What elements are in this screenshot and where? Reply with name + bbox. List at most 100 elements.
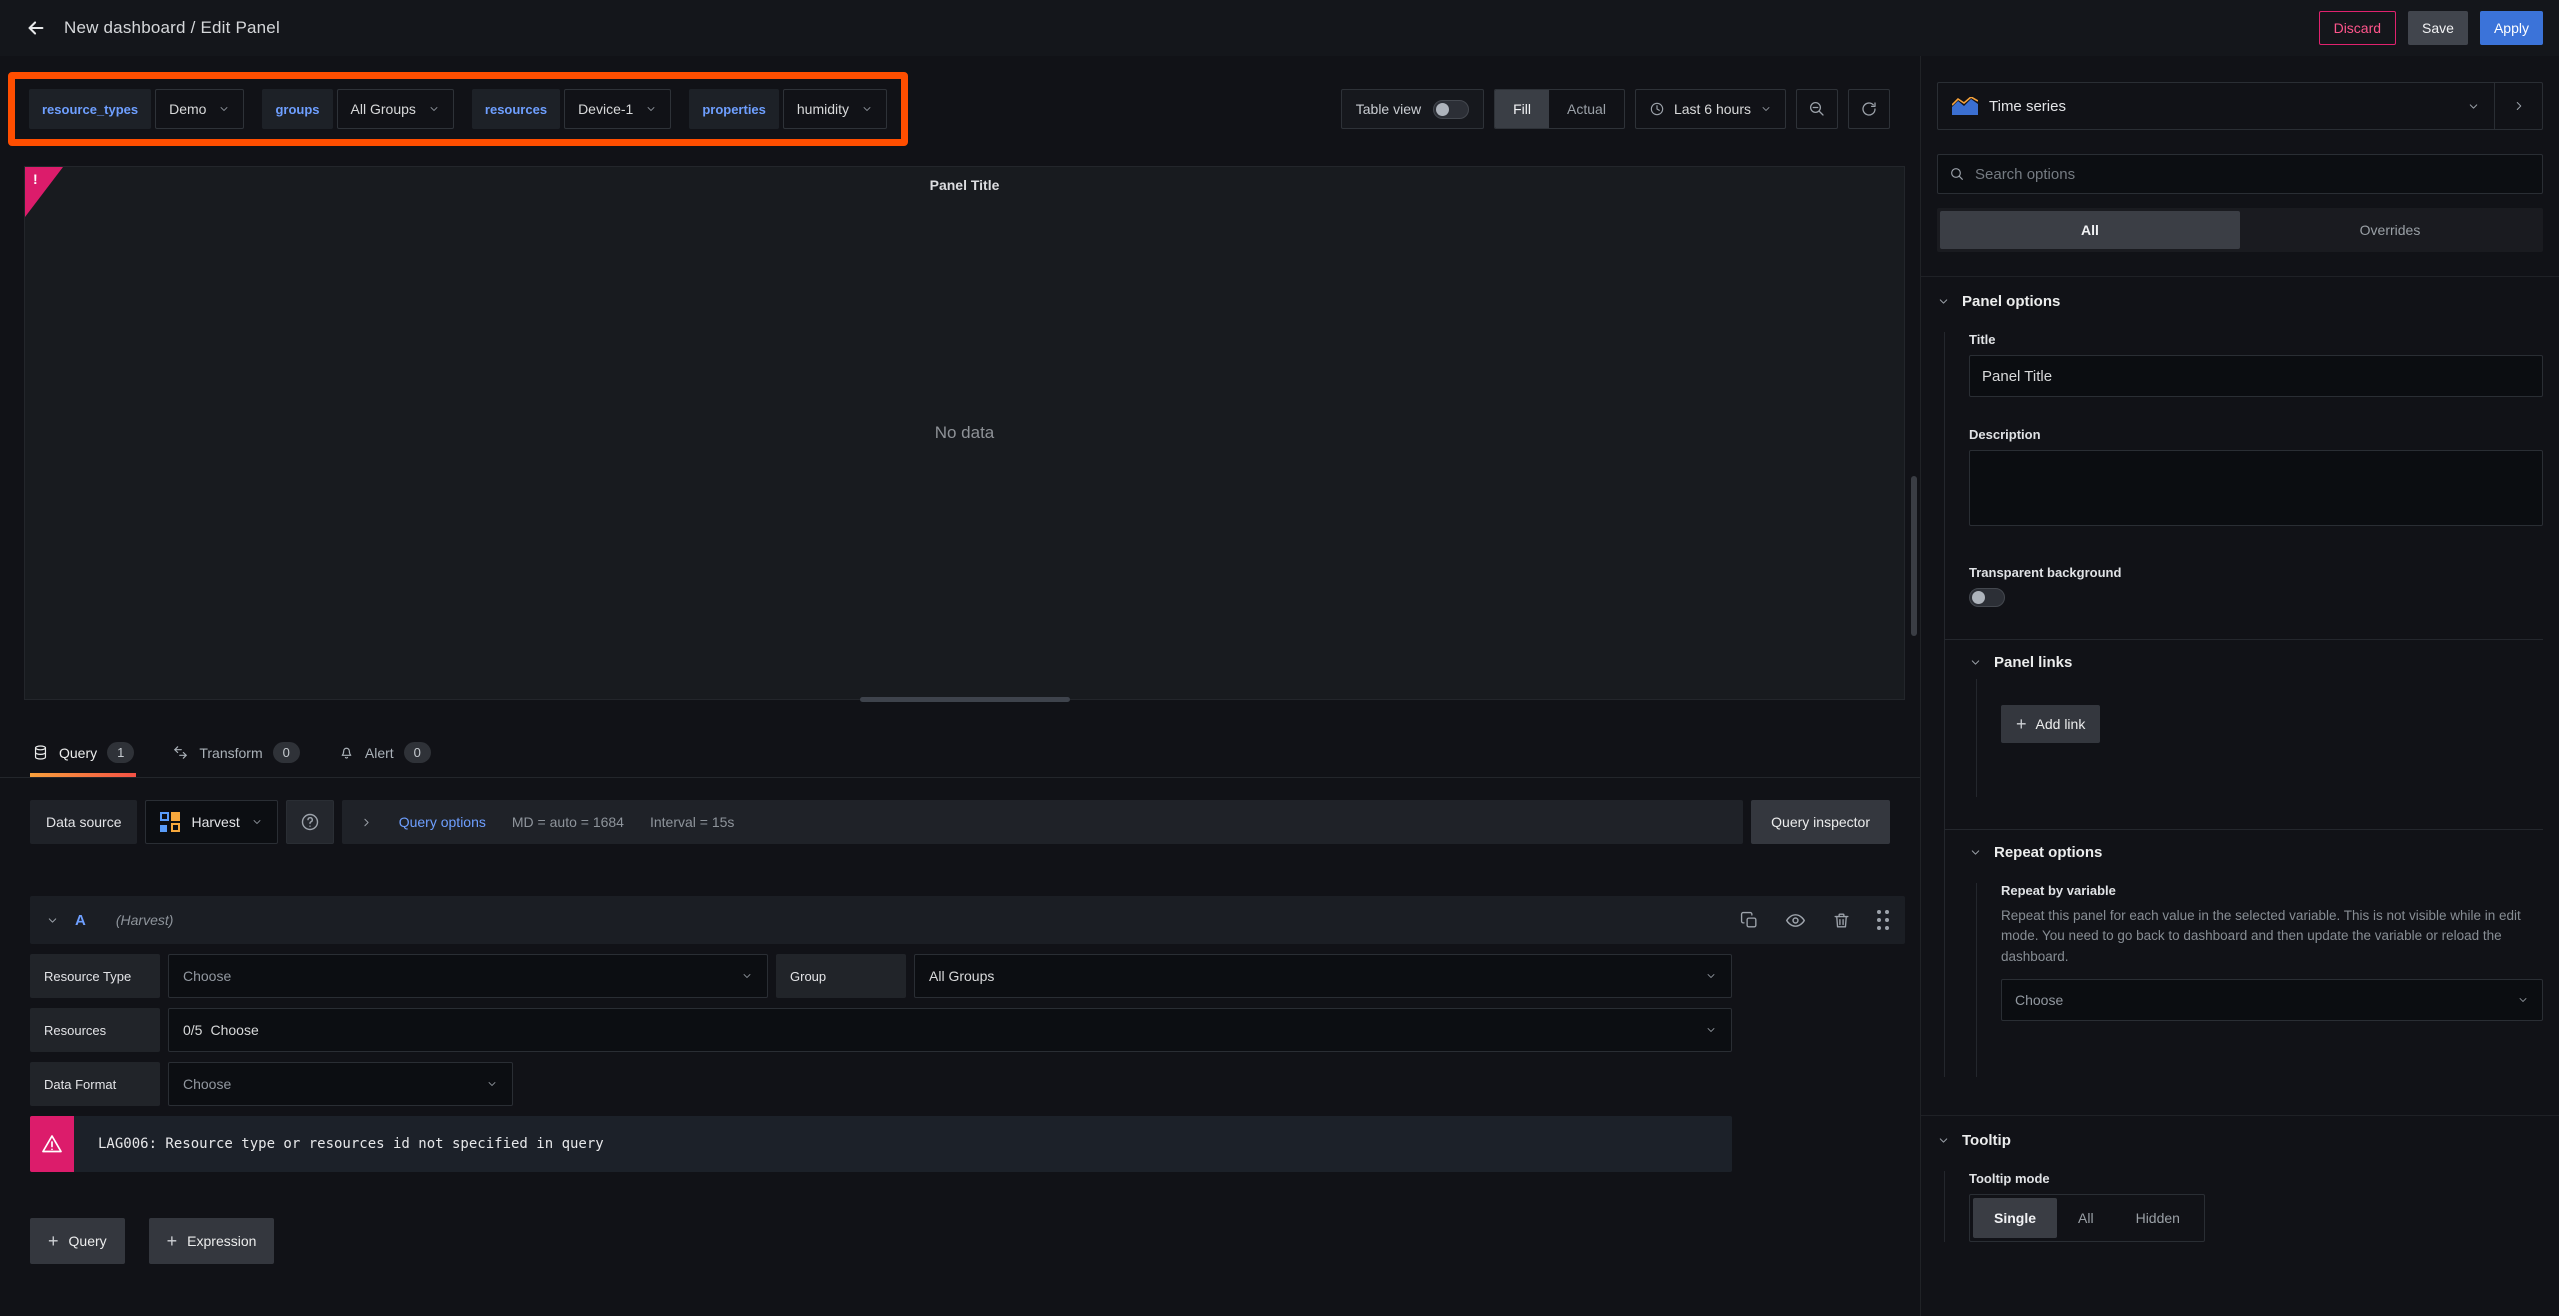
variable-groups: groups All Groups	[262, 89, 453, 129]
panel-links-header[interactable]: Panel links	[1969, 654, 2543, 671]
error-badge	[30, 1116, 74, 1172]
repeat-variable-select[interactable]: Choose	[2001, 979, 2543, 1021]
tab-transform[interactable]: Transform 0	[170, 728, 302, 777]
resource-type-row: Resource Type Choose Group All Groups	[30, 954, 1732, 998]
zoom-out-icon	[1808, 100, 1826, 118]
data-format-label: Data Format	[30, 1062, 160, 1106]
panel-options-header[interactable]: Panel options	[1937, 293, 2543, 310]
add-expression-button[interactable]: + Expression	[149, 1218, 275, 1264]
tooltip-mode-all[interactable]: All	[2057, 1198, 2115, 1238]
editor-tabs: Query 1 Transform 0 Alert 0	[0, 728, 1920, 778]
tooltip-mode-single[interactable]: Single	[1973, 1198, 2057, 1238]
variable-properties: properties humidity	[689, 89, 887, 129]
variable-value-dropdown[interactable]: All Groups	[337, 89, 454, 129]
main-scrollbar-thumb[interactable]	[1911, 476, 1917, 636]
resources-select[interactable]: 0/5 Choose	[168, 1008, 1732, 1052]
datasource-help-button[interactable]	[286, 800, 334, 844]
clock-icon	[1649, 101, 1665, 117]
tab-query[interactable]: Query 1	[30, 728, 136, 777]
transparent-bg-toggle[interactable]	[1969, 588, 2005, 607]
chevron-down-icon	[1760, 103, 1772, 115]
chevron-down-icon	[1969, 656, 1982, 669]
chevron-right-icon[interactable]	[360, 816, 373, 829]
query-options-link[interactable]: Query options	[399, 814, 486, 830]
chevron-down-icon	[741, 970, 753, 982]
panel-preview-title: Panel Title	[25, 177, 1904, 193]
refresh-button[interactable]	[1848, 89, 1890, 129]
panel-resize-handle[interactable]	[860, 697, 1070, 702]
filter-tab-all[interactable]: All	[1940, 211, 2240, 249]
panel-title-input[interactable]	[1969, 355, 2543, 397]
datasource-row: Data source Harvest Query options MD = a…	[30, 800, 1890, 844]
datasource-label: Data source	[30, 800, 137, 844]
variable-value-dropdown[interactable]: Device-1	[564, 89, 671, 129]
query-inspector-button[interactable]: Query inspector	[1751, 800, 1890, 844]
search-icon	[1949, 166, 1965, 182]
query-error-bar: LAG006: Resource type or resources id no…	[30, 1116, 1732, 1172]
visualization-current[interactable]: Time series	[1938, 83, 2494, 129]
tab-label: Query	[59, 745, 97, 761]
options-sidebar: Time series All Overrides Panel options …	[1920, 56, 2559, 1316]
resource-type-select[interactable]: Choose	[168, 954, 768, 998]
chevron-down-icon	[2467, 100, 2480, 113]
variable-selected-value: All Groups	[351, 101, 416, 117]
datasource-picker[interactable]: Harvest	[145, 800, 277, 844]
back-button[interactable]	[16, 8, 56, 48]
query-datasource-hint: (Harvest)	[116, 912, 174, 928]
chevron-down-icon	[251, 816, 263, 828]
chevron-down-icon	[1937, 1134, 1950, 1147]
edit-panel-main: resource_types Demo groups All Groups re…	[0, 56, 1920, 1316]
database-icon	[32, 744, 49, 761]
apply-button[interactable]: Apply	[2480, 11, 2543, 45]
tooltip-mode-hidden[interactable]: Hidden	[2115, 1198, 2201, 1238]
collapse-options-button[interactable]	[2494, 83, 2542, 129]
add-query-button[interactable]: + Query	[30, 1218, 125, 1264]
variable-resources: resources Device-1	[472, 89, 671, 129]
zoom-out-button[interactable]	[1796, 89, 1838, 129]
data-format-select[interactable]: Choose	[168, 1062, 513, 1106]
table-view-toggle[interactable]	[1433, 100, 1469, 119]
tab-alert[interactable]: Alert 0	[336, 728, 433, 777]
resources-row: Resources 0/5 Choose	[30, 1008, 1732, 1052]
delete-query-icon[interactable]	[1832, 911, 1851, 930]
filter-tab-overrides[interactable]: Overrides	[2240, 211, 2540, 249]
variable-value-dropdown[interactable]: Demo	[155, 89, 244, 129]
tooltip-mode-label: Tooltip mode	[1969, 1171, 2543, 1186]
query-row-header[interactable]: A (Harvest)	[30, 896, 1905, 944]
discard-button[interactable]: Discard	[2319, 11, 2396, 45]
chevron-down-icon	[861, 103, 873, 115]
header-actions: Discard Save Apply	[2319, 11, 2543, 45]
chevron-down-icon	[486, 1078, 498, 1090]
tab-label: Transform	[199, 745, 262, 761]
tab-count-badge: 0	[273, 742, 300, 763]
drag-handle-icon[interactable]	[1877, 910, 1889, 930]
options-search-input[interactable]	[1975, 166, 2531, 183]
panel-description-input[interactable]	[1969, 450, 2543, 526]
variable-selected-value: Demo	[169, 101, 206, 117]
resources-value: Choose	[210, 1022, 258, 1038]
actual-option[interactable]: Actual	[1549, 90, 1624, 128]
group-select[interactable]: All Groups	[914, 954, 1732, 998]
group-label: Group	[776, 954, 906, 998]
add-link-button[interactable]: + Add link	[2001, 705, 2100, 743]
query-editor-card: A (Harvest) Resource Type Choose Group A…	[30, 896, 1890, 1172]
chevron-down-icon	[218, 103, 230, 115]
variable-label: resource_types	[29, 89, 151, 129]
variable-resource-types: resource_types Demo	[29, 89, 244, 129]
query-row-actions	[1740, 910, 1889, 931]
save-button[interactable]: Save	[2408, 11, 2468, 45]
fill-option[interactable]: Fill	[1495, 90, 1549, 128]
timeseries-viz-icon	[1952, 97, 1978, 115]
tab-count-badge: 1	[107, 742, 134, 763]
visualization-picker[interactable]: Time series	[1937, 82, 2543, 130]
tooltip-header[interactable]: Tooltip	[1937, 1132, 2543, 1149]
duplicate-query-icon[interactable]	[1740, 911, 1759, 930]
panel-links-section: Panel links + Add link	[1945, 639, 2543, 797]
hide-query-icon[interactable]	[1785, 910, 1806, 931]
time-range-picker[interactable]: Last 6 hours	[1635, 89, 1786, 129]
plus-icon: +	[48, 1231, 59, 1252]
variable-value-dropdown[interactable]: humidity	[783, 89, 887, 129]
options-search[interactable]	[1937, 154, 2543, 194]
repeat-options-section: Repeat options Repeat by variable Repeat…	[1945, 829, 2543, 1077]
repeat-options-header[interactable]: Repeat options	[1969, 844, 2543, 861]
